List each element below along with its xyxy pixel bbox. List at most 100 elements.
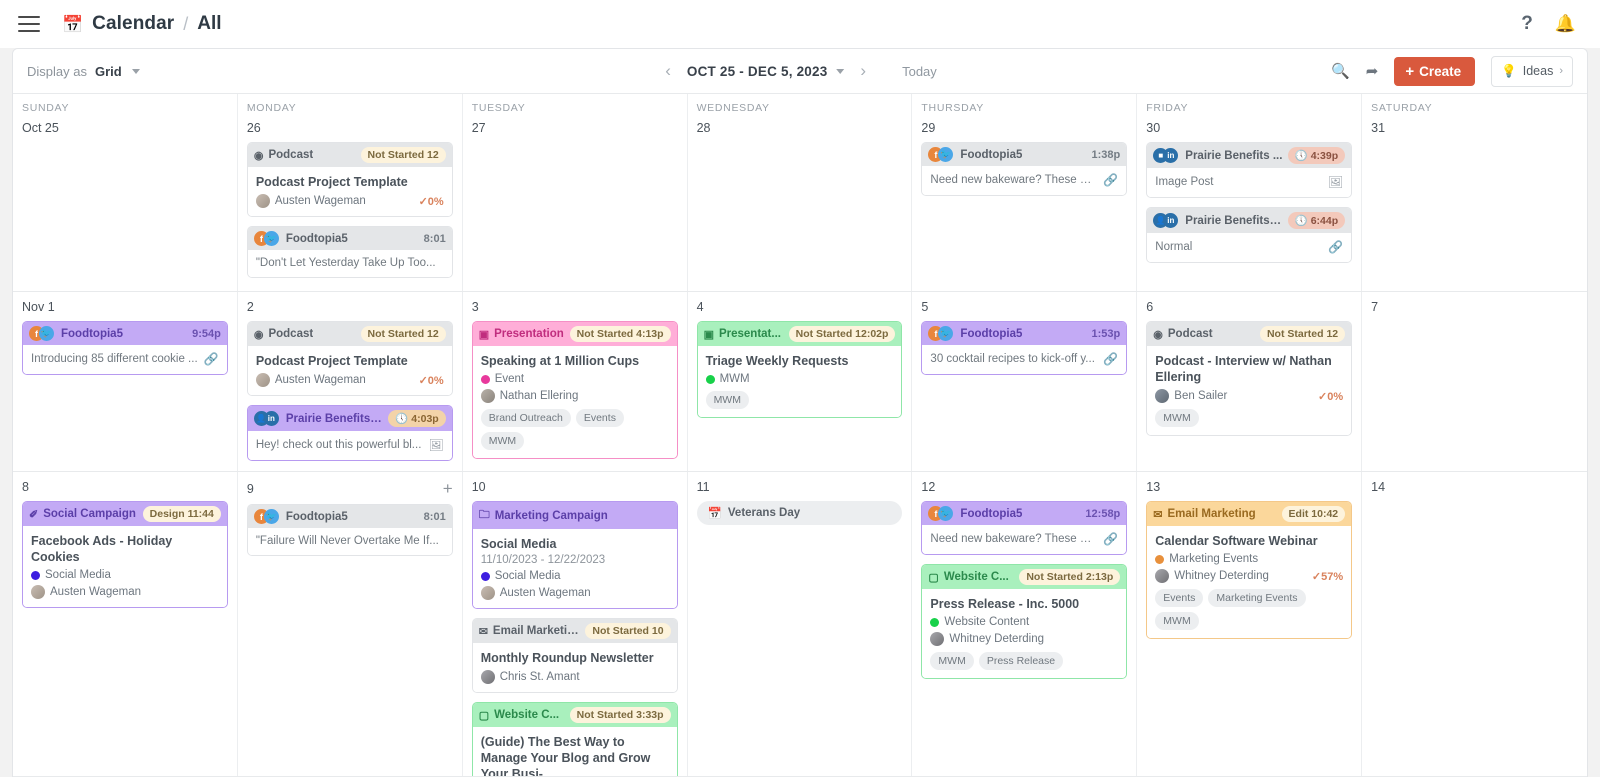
calendar-day-cell[interactable]: 12 f🐦Foodtopia512:58p Need new bakeware?…	[912, 472, 1137, 776]
calendar-event-card[interactable]: 👤inPrairie Benefits Co 🕔4:03p Hey! check…	[247, 405, 453, 461]
calendar-event-card[interactable]: ✉Email MarketingEdit 10:42Calendar Softw…	[1146, 501, 1352, 639]
calendar-event-card[interactable]: ◉PodcastNot Started 12Podcast Project Te…	[247, 142, 453, 217]
event-header[interactable]: ✉Email MarketingNot Started 10	[473, 619, 677, 643]
event-tag[interactable]: Brand Outreach	[481, 409, 571, 427]
event-body[interactable]: Podcast - Interview w/ Nathan Ellering B…	[1147, 346, 1351, 435]
event-tag[interactable]: Marketing Events	[1208, 589, 1305, 607]
event-body[interactable]: Introducing 85 different cookie ...🔗	[23, 345, 227, 374]
event-header[interactable]: ■inPrairie Benefits ... 🕔4:39p	[1147, 143, 1351, 168]
link-icon[interactable]: 🔗	[1328, 240, 1343, 254]
event-header[interactable]: f🐦Foodtopia59:54p	[23, 322, 227, 345]
event-header[interactable]: 👤inPrairie Benefits Co 🕔6:44p	[1147, 208, 1351, 233]
event-body[interactable]: Monthly Roundup Newsletter Chris St. Ama…	[473, 643, 677, 692]
calendar-day-cell[interactable]: 14	[1362, 472, 1587, 776]
event-header[interactable]: 👤inPrairie Benefits Co 🕔4:03p	[248, 406, 452, 431]
event-header[interactable]: ◉PodcastNot Started 12	[1147, 322, 1351, 346]
calendar-day-cell[interactable]: 8✐Social CampaignDesign 11:44Facebook Ad…	[13, 472, 238, 776]
calendar-day-cell[interactable]: 7	[1362, 292, 1587, 471]
calendar-event-card[interactable]: ◉PodcastNot Started 12Podcast - Intervie…	[1146, 321, 1352, 436]
event-tag[interactable]: Press Release	[979, 652, 1063, 670]
link-icon[interactable]: 🔗	[1103, 532, 1118, 546]
calendar-event-card[interactable]: f🐦Foodtopia51:53p 30 cocktail recipes to…	[921, 321, 1127, 375]
create-button[interactable]: + Create	[1394, 57, 1475, 86]
add-event-plus-icon[interactable]: +	[443, 480, 453, 497]
image-icon[interactable]: 🖼	[1328, 175, 1343, 189]
event-body[interactable]: Press Release - Inc. 5000 Website Conten…	[922, 589, 1126, 678]
calendar-event-card[interactable]: f🐦Foodtopia58:01 "Failure Will Never Ove…	[247, 504, 453, 556]
calendar-day-cell[interactable]: 3▣PresentationNot Started 4:13pSpeaking …	[463, 292, 688, 471]
event-tag[interactable]: MWM	[930, 652, 973, 670]
event-header[interactable]: ▢Website C...Not Started 2:13p	[922, 565, 1126, 589]
calendar-event-card[interactable]: 🗀Marketing CampaignSocial Media11/10/202…	[472, 501, 678, 609]
calendar-event-card[interactable]: 👤inPrairie Benefits Co 🕔6:44p Normal🔗	[1146, 207, 1352, 263]
calendar-day-cell[interactable]: 4▣Presentat...Not Started 12:02pTriage W…	[688, 292, 913, 471]
calendar-day-cell[interactable]: 6◉PodcastNot Started 12Podcast - Intervi…	[1137, 292, 1362, 471]
calendar-day-cell[interactable]: 13✉Email MarketingEdit 10:42Calendar Sof…	[1137, 472, 1362, 776]
breadcrumb-current[interactable]: All	[197, 13, 221, 35]
previous-period-icon[interactable]: ‹	[663, 61, 673, 81]
event-body[interactable]: Image Post🖼	[1147, 168, 1351, 197]
calendar-day-cell[interactable]: WEDNESDAY 28	[688, 94, 913, 291]
event-header[interactable]: ◉PodcastNot Started 12	[248, 143, 452, 167]
event-body[interactable]: "Failure Will Never Overtake Me If...	[248, 528, 452, 555]
ideas-button[interactable]: 💡 Ideas ›	[1491, 56, 1573, 87]
link-icon[interactable]: 🔗	[1103, 352, 1118, 366]
calendar-event-card[interactable]: f🐦Foodtopia59:54p Introducing 85 differe…	[22, 321, 228, 375]
event-header[interactable]: 🗀Marketing Campaign	[473, 502, 677, 529]
event-tag[interactable]: Events	[1155, 589, 1203, 607]
event-body[interactable]: "Don't Let Yesterday Take Up Too...	[248, 250, 452, 277]
event-tag[interactable]: MWM	[481, 432, 524, 450]
share-icon[interactable]: ➦	[1366, 62, 1379, 80]
calendar-event-card[interactable]: ▣Presentat...Not Started 12:02pTriage We…	[697, 321, 903, 418]
image-icon[interactable]: 🖼	[428, 438, 443, 452]
event-header[interactable]: f🐦Foodtopia58:01	[248, 227, 452, 250]
event-body[interactable]: Speaking at 1 Million Cups Event Nathan …	[473, 346, 677, 458]
calendar-day-cell[interactable]: 5 f🐦Foodtopia51:53p 30 cocktail recipes …	[912, 292, 1137, 471]
event-header[interactable]: ◉PodcastNot Started 12	[248, 322, 452, 346]
event-body[interactable]: 30 cocktail recipes to kick-off y...🔗	[922, 345, 1126, 374]
event-header[interactable]: ▣Presentat...Not Started 12:02p	[698, 322, 902, 346]
search-icon[interactable]: 🔍	[1331, 62, 1350, 80]
event-header[interactable]: f🐦Foodtopia51:53p	[922, 322, 1126, 345]
calendar-day-cell[interactable]: 11 📅 Veterans Day	[688, 472, 913, 776]
next-period-icon[interactable]: ›	[858, 61, 868, 81]
event-body[interactable]: Normal🔗	[1147, 233, 1351, 262]
event-header[interactable]: ▣PresentationNot Started 4:13p	[473, 322, 677, 346]
event-body[interactable]: Need new bakeware? These G...🔗	[922, 525, 1126, 554]
calendar-day-cell[interactable]: SATURDAY 31	[1362, 94, 1587, 291]
today-button[interactable]: Today	[902, 64, 937, 79]
calendar-day-cell[interactable]: SUNDAY Oct 25	[13, 94, 238, 291]
date-range-dropdown[interactable]: OCT 25 - DEC 5, 2023	[687, 64, 845, 79]
event-body[interactable]: Hey! check out this powerful bl...🖼	[248, 431, 452, 460]
calendar-event-card[interactable]: ◉PodcastNot Started 12Podcast Project Te…	[247, 321, 453, 396]
event-tag[interactable]: Events	[576, 409, 624, 427]
calendar-day-cell[interactable]: 10🗀Marketing CampaignSocial Media11/10/2…	[463, 472, 688, 776]
event-body[interactable]: (Guide) The Best Way to Manage Your Blog…	[473, 727, 677, 776]
event-body[interactable]: Calendar Software Webinar Marketing Even…	[1147, 526, 1351, 638]
event-header[interactable]: f🐦Foodtopia58:01	[248, 505, 452, 528]
calendar-event-card[interactable]: ▢Website C...Not Started 2:13pPress Rele…	[921, 564, 1127, 679]
event-header[interactable]: f🐦Foodtopia51:38p	[922, 143, 1126, 166]
calendar-event-card[interactable]: f🐦Foodtopia51:38p Need new bakeware? The…	[921, 142, 1127, 196]
calendar-event-card[interactable]: ▢Website C...Not Started 3:33p(Guide) Th…	[472, 702, 678, 776]
hamburger-menu-icon[interactable]	[18, 16, 40, 32]
event-tag[interactable]: MWM	[1155, 409, 1198, 427]
event-tag[interactable]: MWM	[706, 391, 749, 409]
event-body[interactable]: Social Media11/10/2023 - 12/22/2023 Soci…	[473, 529, 677, 608]
event-tag[interactable]: MWM	[1155, 612, 1198, 630]
calendar-day-cell[interactable]: THURSDAY 29 f🐦Foodtopia51:38p Need new b…	[912, 94, 1137, 291]
event-body[interactable]: Triage Weekly Requests MWMMWM	[698, 346, 902, 417]
calendar-event-card[interactable]: ✐Social CampaignDesign 11:44Facebook Ads…	[22, 501, 228, 608]
calendar-day-cell[interactable]: 9+ f🐦Foodtopia58:01 "Failure Will Never …	[238, 472, 463, 776]
event-header[interactable]: ▢Website C...Not Started 3:33p	[473, 703, 677, 727]
calendar-day-cell[interactable]: MONDAY 26◉PodcastNot Started 12Podcast P…	[238, 94, 463, 291]
event-header[interactable]: ✉Email MarketingEdit 10:42	[1147, 502, 1351, 526]
link-icon[interactable]: 🔗	[1103, 173, 1118, 187]
calendar-day-cell[interactable]: FRIDAY 30 ■inPrairie Benefits ... 🕔4:39p…	[1137, 94, 1362, 291]
help-icon[interactable]: ?	[1521, 13, 1533, 35]
event-body[interactable]: Need new bakeware? These G...🔗	[922, 166, 1126, 195]
calendar-event-card[interactable]: f🐦Foodtopia58:01 "Don't Let Yesterday Ta…	[247, 226, 453, 278]
calendar-day-cell[interactable]: Nov 1 f🐦Foodtopia59:54p Introducing 85 d…	[13, 292, 238, 471]
calendar-day-cell[interactable]: TUESDAY 27	[463, 94, 688, 291]
calendar-event-card[interactable]: f🐦Foodtopia512:58p Need new bakeware? Th…	[921, 501, 1127, 555]
